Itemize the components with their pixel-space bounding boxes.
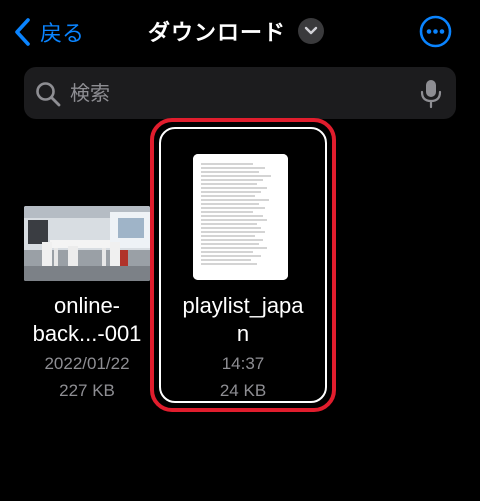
- file-date: 14:37: [221, 354, 265, 373]
- page-title: ダウンロード: [148, 21, 287, 46]
- file-size: 24 KB: [219, 381, 267, 400]
- chevron-left-icon: [15, 18, 30, 46]
- photo-interior-icon: [24, 206, 150, 281]
- file-name-line2: n: [236, 321, 250, 346]
- search-icon: [36, 82, 61, 107]
- back-button[interactable]: 戻る: [12, 14, 84, 50]
- file-name-line2: back...-001: [32, 321, 142, 346]
- file-size: 227 KB: [59, 381, 115, 400]
- back-label: 戻る: [40, 22, 85, 47]
- file-name-line1: playlist_japa: [182, 293, 304, 318]
- search-input[interactable]: [70, 77, 410, 109]
- document-icon: [193, 154, 288, 280]
- folder-title-menu[interactable]: ダウンロード: [148, 12, 325, 50]
- more-options-icon[interactable]: [419, 15, 452, 48]
- search-bar: [24, 67, 456, 119]
- microphone-icon[interactable]: [420, 79, 442, 109]
- file-name-line1: online-: [53, 293, 121, 318]
- file-date: 2022/01/22: [44, 354, 130, 373]
- chevron-down-icon: [298, 18, 325, 44]
- navigation-bar: 戻る ダウンロード: [0, 0, 480, 62]
